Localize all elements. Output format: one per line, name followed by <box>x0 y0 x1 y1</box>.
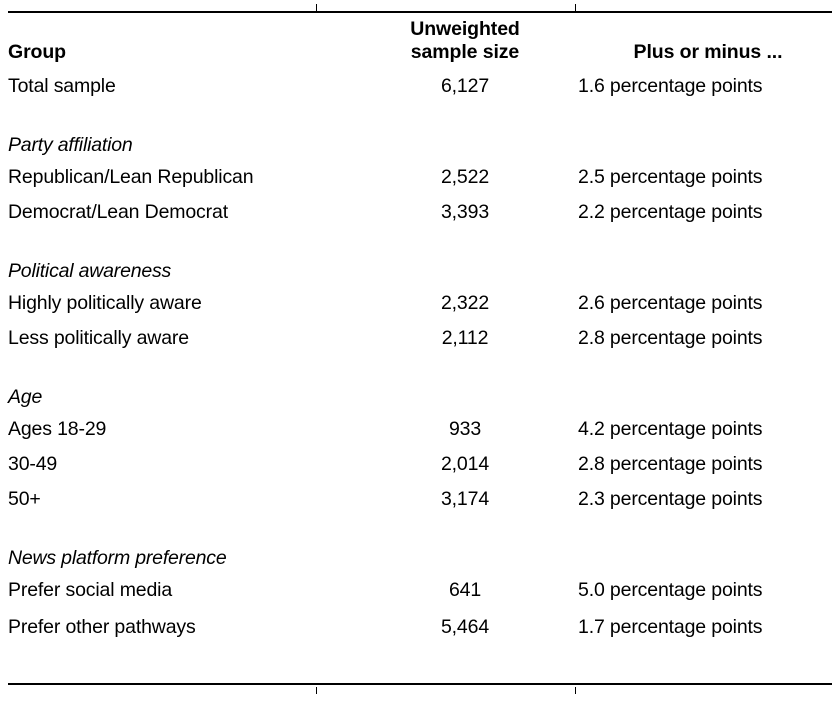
column-header-sample-size-line1: Unweighted <box>410 18 520 40</box>
column-divider-tick-2 <box>575 4 576 11</box>
row-margin-of-error-value: 1.6 percentage points <box>578 75 763 97</box>
table-row: Prefer social media 641 5.0 percentage poi… <box>0 572 840 607</box>
table-row: Democrat/Lean Democrat 3,393 2.2 percentag… <box>0 194 840 229</box>
row-margin-of-error-value: 2.5 percentage points <box>578 165 763 188</box>
section-header-row: Political awareness <box>0 229 840 285</box>
row-margin-of-error-value <box>560 103 840 159</box>
section-header-label: News platform preference <box>8 547 227 569</box>
column-divider-tick-3 <box>316 687 317 694</box>
row-sample-size-value: 2,014 <box>440 452 490 475</box>
section-header-label: Age <box>8 386 43 408</box>
margin-of-error-table: Group Unweighted sample size Plus or min… <box>0 0 840 702</box>
row-margin-of-error-value <box>560 229 840 285</box>
table-row: 30-49 2,014 2.8 percentage points <box>0 446 840 481</box>
row-group-label: Highly politically aware <box>8 291 202 314</box>
row-sample-size-value: 2,322 <box>440 291 490 314</box>
row-sample-size-value <box>380 516 560 572</box>
row-group-label: Prefer social media <box>8 578 173 601</box>
row-margin-of-error-value <box>560 516 840 572</box>
table-row: Ages 18-29 933 4.2 percentage points <box>0 411 840 446</box>
row-margin-of-error-value: 1.7 percentage points <box>578 616 763 638</box>
section-header-label: Political awareness <box>8 260 172 282</box>
row-margin-of-error-value: 2.8 percentage points <box>578 452 763 475</box>
table-row: 50+ 3,174 2.3 percentage points <box>0 481 840 516</box>
table-row: Less politically aware 2,112 2.8 percentag… <box>0 320 840 355</box>
row-sample-size-value <box>380 229 560 285</box>
row-sample-size-value: 6,127 <box>440 75 490 97</box>
table-top-rule <box>8 4 832 13</box>
table-bottom-rule <box>8 683 832 694</box>
column-divider-tick-4 <box>575 687 576 694</box>
row-sample-size-value <box>380 355 560 411</box>
column-header-sample-size: Unweighted sample size <box>380 18 560 69</box>
table-header: Group Unweighted sample size Plus or min… <box>0 18 840 69</box>
table-row: Total sample 6,127 1.6 percentage points <box>0 69 840 103</box>
table-row: Prefer other pathways 5,464 1.7 percentage… <box>0 607 840 647</box>
row-margin-of-error-value: 2.8 percentage points <box>578 326 763 349</box>
section-header-row: Party affiliation <box>0 103 840 159</box>
data-table: Group Unweighted sample size Plus or min… <box>0 18 840 647</box>
row-margin-of-error-value <box>560 355 840 411</box>
row-sample-size-value: 2,112 <box>441 326 489 349</box>
row-sample-size-value: 3,174 <box>440 487 490 510</box>
row-group-label: Ages 18-29 <box>8 417 107 440</box>
row-margin-of-error-value: 2.6 percentage points <box>578 291 763 314</box>
row-group-label: Democrat/Lean Democrat <box>8 200 228 223</box>
row-sample-size-value <box>380 103 560 159</box>
column-header-sample-size-line2: sample size <box>410 41 520 63</box>
column-divider-tick-1 <box>316 4 317 11</box>
table-row: Republican/Lean Republican 2,522 2.5 perce… <box>0 159 840 194</box>
section-header-row: Age <box>0 355 840 411</box>
header-row: Group Unweighted sample size Plus or min… <box>0 18 840 69</box>
row-sample-size-value: 3,393 <box>440 200 490 223</box>
table-body: Total sample 6,127 1.6 percentage points Pa… <box>0 69 840 647</box>
row-sample-size-value: 641 <box>448 578 482 601</box>
row-group-label: Republican/Lean Republican <box>8 165 254 188</box>
row-group-label: 30-49 <box>8 452 58 475</box>
row-margin-of-error-value: 2.2 percentage points <box>578 200 763 223</box>
row-group-label: Prefer other pathways <box>8 616 196 638</box>
column-header-margin-of-error: Plus or minus ... <box>633 41 783 63</box>
row-sample-size-value: 933 <box>448 417 482 440</box>
row-sample-size-value: 5,464 <box>440 616 490 638</box>
column-header-group: Group <box>8 41 66 63</box>
row-sample-size-value: 2,522 <box>440 165 490 188</box>
row-margin-of-error-value: 4.2 percentage points <box>578 417 763 440</box>
row-margin-of-error-value: 5.0 percentage points <box>578 578 763 601</box>
row-group-label: Total sample <box>8 75 116 97</box>
table-row: Highly politically aware 2,322 2.6 percent… <box>0 285 840 320</box>
row-group-label: Less politically aware <box>8 326 189 349</box>
row-group-label: 50+ <box>8 487 41 510</box>
section-header-row: News platform preference <box>0 516 840 572</box>
section-header-label: Party affiliation <box>8 134 133 156</box>
row-margin-of-error-value: 2.3 percentage points <box>578 487 763 510</box>
